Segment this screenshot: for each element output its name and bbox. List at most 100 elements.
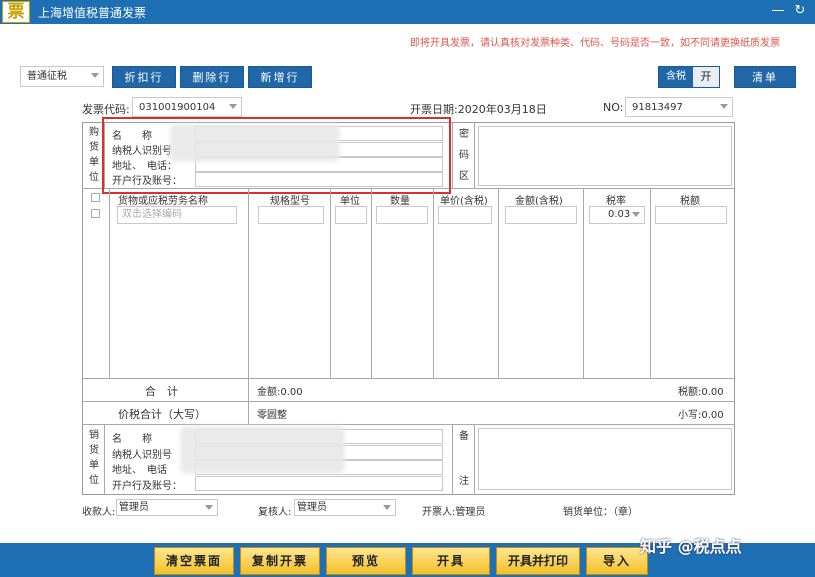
- invoice-no-select[interactable]: 91813497: [625, 97, 733, 117]
- divider: [433, 188, 434, 378]
- item-amount-input[interactable]: [505, 206, 577, 224]
- drawer-text: 开票人:管理员: [422, 507, 486, 518]
- item-tax-input[interactable]: [655, 206, 727, 224]
- divider: [82, 378, 735, 379]
- invoice-code-label: 发票代码:: [82, 103, 130, 116]
- seller-bank-label: 开户行及账号：: [112, 481, 182, 492]
- minimize-icon[interactable]: —: [770, 3, 786, 19]
- sum-tax: 税额:0.00: [678, 387, 724, 398]
- chevron-down-icon: [229, 104, 237, 109]
- divider: [583, 188, 584, 378]
- invoice-no-value: 91813497: [632, 102, 683, 113]
- total-lower-value: 小写:0.00: [678, 410, 724, 421]
- remark-char: 注: [459, 476, 469, 487]
- divider: [82, 401, 735, 402]
- discount-row-button[interactable]: 折扣行: [112, 66, 176, 88]
- issue-button[interactable]: 开具: [412, 547, 490, 575]
- issue-print-button[interactable]: 开具并打印: [496, 547, 580, 575]
- back-icon[interactable]: ↻: [792, 3, 808, 19]
- divider: [498, 188, 499, 378]
- buyer-side-char: 位: [89, 172, 99, 183]
- tax-type-select[interactable]: 普通征税: [20, 66, 104, 87]
- window-title: 上海增值税普通发票: [38, 6, 147, 20]
- item-name-input[interactable]: 双击选择编码: [117, 206, 237, 224]
- item-rate-select[interactable]: 0.03: [589, 206, 645, 224]
- divider: [82, 424, 735, 425]
- item-rate-value: 0.03: [608, 209, 631, 220]
- col-header-unit: 单位: [340, 196, 360, 207]
- invoice-no-label: NO:: [603, 101, 624, 114]
- watermark: 知乎 @税点点: [640, 537, 742, 556]
- divider: [248, 378, 249, 424]
- seller-name-label: 名 称: [112, 434, 152, 445]
- list-button[interactable]: 清单: [734, 66, 796, 88]
- clear-blank-button[interactable]: 清空票面: [154, 547, 234, 575]
- cipher-char: 密: [459, 129, 469, 140]
- chevron-down-icon: [632, 212, 640, 217]
- reviewer-select[interactable]: 管理员: [294, 499, 396, 516]
- sum-label: 合 计: [145, 385, 178, 398]
- divider: [371, 188, 372, 378]
- tax-type-value: 普通征税: [27, 71, 67, 82]
- invoice-logo-icon: 票: [2, 1, 30, 23]
- highlight-box: [102, 117, 451, 194]
- seller-side-char: 销: [89, 430, 99, 441]
- invoice-code-select[interactable]: 031001900104: [132, 97, 242, 117]
- item-unit-input[interactable]: [335, 206, 367, 224]
- seller-side-char: 货: [89, 445, 99, 456]
- select-all-checkbox[interactable]: [91, 193, 100, 202]
- divider: [109, 188, 110, 378]
- payee-select[interactable]: 管理员: [116, 499, 218, 516]
- item-price-input[interactable]: [438, 206, 492, 224]
- divider: [104, 424, 105, 495]
- redacted-blur: [180, 426, 345, 474]
- col-header-amount: 金额(含税): [515, 196, 563, 207]
- title-bar: 票 上海增值税普通发票 — ↻: [0, 0, 815, 24]
- cipher-area: [478, 126, 732, 186]
- remark-input[interactable]: [478, 428, 732, 490]
- invoice-date: 开票日期:2020年03月18日: [410, 103, 547, 116]
- cipher-char: 区: [459, 171, 469, 182]
- seller-bank-input[interactable]: [195, 476, 443, 491]
- tax-inclusive-state: 开: [693, 67, 719, 87]
- divider: [452, 424, 453, 495]
- divider: [248, 188, 249, 378]
- seller-side-char: 位: [89, 475, 99, 486]
- seller-stamp: 销货单位：（章）: [563, 507, 638, 518]
- divider: [474, 122, 475, 188]
- col-header-name: 货物或应税劳务名称: [118, 196, 208, 207]
- notice-text: 即将开具发票，请认真核对发票种类、代码、号码是否一致，如不同请更换纸质发票: [410, 38, 780, 49]
- col-header-rate: 税率: [606, 196, 626, 207]
- total-upper-value: 零圆整: [257, 410, 287, 421]
- col-header-spec: 规格型号: [270, 196, 310, 207]
- seller-addr-label: 地址、 电话: [112, 465, 167, 476]
- seller-taxid-label: 纳税人识别号: [112, 450, 172, 461]
- divider: [474, 424, 475, 495]
- item-qty-input[interactable]: [376, 206, 428, 224]
- cipher-char: 码: [459, 150, 469, 161]
- tax-inclusive-label: 含税: [659, 67, 693, 87]
- payee-value: 管理员: [119, 502, 149, 513]
- import-button[interactable]: 导入: [586, 547, 648, 575]
- item-spec-input[interactable]: [258, 206, 324, 224]
- preview-button[interactable]: 预览: [326, 547, 406, 575]
- sum-amount: 金额:0.00: [257, 387, 303, 398]
- col-header-tax: 税额: [680, 196, 700, 207]
- tax-inclusive-toggle[interactable]: 含税 开: [658, 66, 720, 88]
- buyer-side-char: 购: [89, 127, 99, 138]
- chevron-down-icon: [205, 505, 213, 510]
- chevron-down-icon: [91, 73, 99, 78]
- buyer-side-char: 单: [89, 157, 99, 168]
- remark-char: 备: [459, 431, 469, 442]
- col-header-qty: 数量: [390, 196, 410, 207]
- add-row-button[interactable]: 新增行: [248, 66, 312, 88]
- payee-label: 收款人:: [82, 507, 116, 518]
- copy-issue-button[interactable]: 复制开票: [240, 547, 320, 575]
- col-header-price: 单价(含税): [440, 196, 488, 207]
- delete-row-button[interactable]: 删除行: [180, 66, 244, 88]
- chevron-down-icon: [383, 505, 391, 510]
- reviewer-value: 管理员: [297, 502, 327, 513]
- row-checkbox[interactable]: [91, 209, 100, 218]
- total-upper-label: 价税合计（大写）: [118, 408, 206, 421]
- divider: [330, 188, 331, 378]
